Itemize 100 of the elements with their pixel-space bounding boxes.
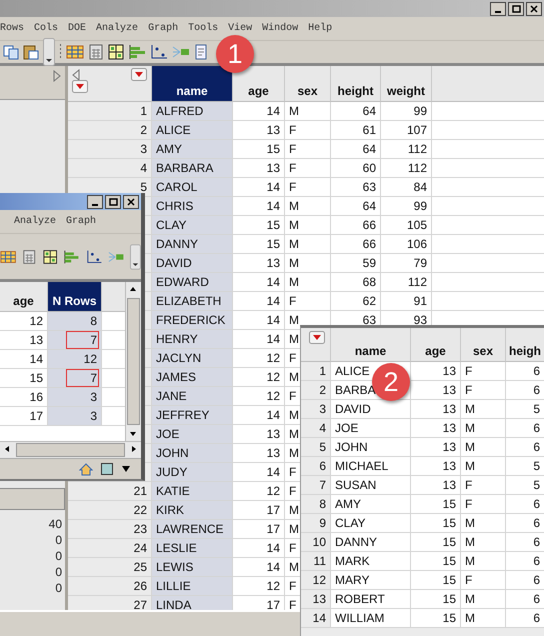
table-cell: JOHN [331,438,411,457]
minimize-icon [92,204,98,206]
scroll-thumb[interactable] [127,298,140,425]
table-cell: 105 [381,216,432,235]
column-header[interactable]: weight [381,66,432,102]
menu-item[interactable]: Graph [148,23,178,34]
rows-menu-button[interactable] [72,80,88,93]
table-cell: 6 [506,495,544,514]
table-cell: MARK [331,552,411,571]
vertical-scrollbar[interactable] [125,282,141,441]
column-header[interactable]: sex [461,328,506,362]
table-cell: ALICE [152,121,233,140]
table-cell: 17 [0,407,48,426]
menu-item[interactable]: Graph [66,216,96,227]
menu-item[interactable]: Rows [0,23,24,34]
menu-item[interactable]: View [228,23,252,34]
table-menu-button[interactable] [309,331,325,344]
column-header[interactable]: age [233,66,285,102]
bar-chart-icon[interactable] [63,248,80,264]
calculator-icon[interactable] [88,44,104,60]
table-cell: M [461,400,506,419]
table-cell: ALFRED [152,102,233,121]
menu-item[interactable]: Analyze [96,23,138,34]
axis-icon[interactable] [86,248,102,264]
toolbar-grip-icon[interactable] [59,43,62,61]
table-cell: 106 [381,235,432,254]
column-header[interactable]: name [331,328,411,362]
axis-icon[interactable] [150,44,168,60]
table-cell: LILLIE [152,577,233,596]
table-cell: 12 [0,312,48,331]
copy-icon[interactable] [3,44,19,60]
table-cell: 15 [411,571,461,590]
table-cell: 12 [233,387,285,406]
table-cell: 6 [506,438,544,457]
minimize-button[interactable] [490,2,506,16]
table-cell: EDWARD [152,273,233,292]
table-cell: 14 [233,406,285,425]
toolbar-overflow-button[interactable] [130,242,142,270]
table-cell: JUDY [152,463,233,482]
close-button[interactable] [526,2,542,16]
column-header[interactable]: age [0,282,48,312]
table-cell: 13 [233,444,285,463]
menu-item[interactable]: Help [308,23,332,34]
table-cell: 13 [233,159,285,178]
menu-item[interactable]: Window [262,23,298,34]
row-number: 1 [68,102,152,121]
home-icon[interactable] [79,462,93,476]
menu-item[interactable]: Cols [34,23,58,34]
minimize-button[interactable] [87,194,103,208]
table-cell: DANNY [331,533,411,552]
table-cell: 13 [233,254,285,273]
horizontal-scrollbar[interactable] [0,441,141,458]
maximize-button[interactable] [105,194,121,208]
table-cell: M [285,197,331,216]
column-header[interactable]: N Rows [48,282,102,312]
expand-arrow-icon[interactable] [53,70,61,82]
maximize-button[interactable] [508,2,524,16]
table-cell: CLAY [152,216,233,235]
table-cell: 6 [506,590,544,609]
paste-icon[interactable] [23,44,39,60]
table-menu-button[interactable] [131,68,147,81]
row-number: 14 [301,609,331,628]
table-cell: 16 [0,388,48,407]
table-cell: 66 [331,216,381,235]
dropdown-arrow-icon[interactable] [121,465,131,473]
grid-icon[interactable] [42,248,58,264]
column-header[interactable]: name [152,66,233,102]
scroll-thumb[interactable] [16,443,125,457]
bar-chart-icon[interactable] [128,44,146,60]
collapse-arrow-icon[interactable] [72,69,80,81]
column-header[interactable]: age [411,328,461,362]
menu-item[interactable]: Analyze [14,216,56,227]
table-cell: 17 [233,501,285,520]
calculator-icon[interactable] [22,248,37,264]
grid-icon[interactable] [108,44,124,60]
table-cell: JACLYN [152,349,233,368]
table-cell: 14 [233,102,285,121]
close-button[interactable] [123,194,139,208]
toolbar-overflow-button[interactable] [43,38,55,66]
table-cell: CLAY [331,514,411,533]
square-icon[interactable] [101,463,113,475]
table-cell: M [461,457,506,476]
column-header[interactable]: sex [285,66,331,102]
table-cell: 14 [233,273,285,292]
table-cell: F [285,292,331,311]
table-icon[interactable] [0,248,16,264]
table-icon[interactable] [66,44,84,60]
table-cell: F [461,476,506,495]
table-cell: 14 [233,539,285,558]
table-cell: 14 [233,178,285,197]
count-value: 0 [55,564,62,580]
table-cell: BARBARA [152,159,233,178]
table-cell: 15 [411,533,461,552]
menu-item[interactable]: DOE [68,23,86,34]
column-header[interactable]: height [331,66,381,102]
table-cell: 64 [331,197,381,216]
menu-item[interactable]: Tools [188,23,218,34]
table-cell: 12 [233,577,285,596]
table-cell: JOHN [152,444,233,463]
table-cell: 3 [48,407,102,426]
